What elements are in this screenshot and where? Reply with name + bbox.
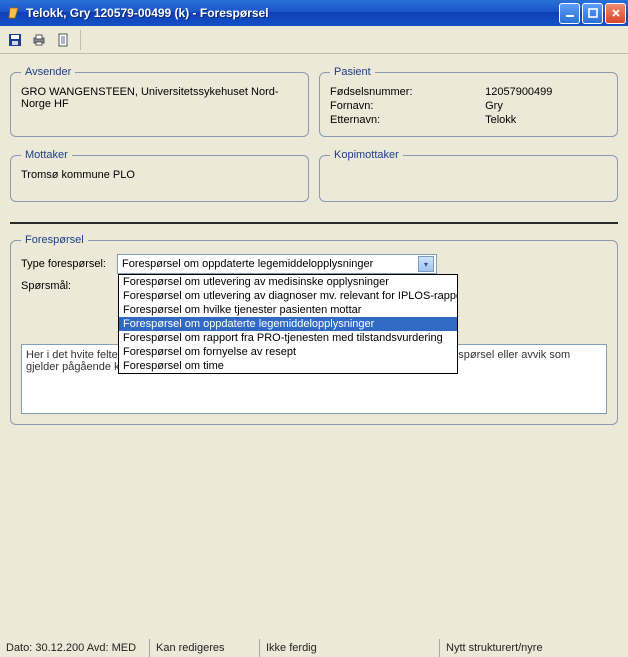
etternavn-value: Telokk — [485, 114, 607, 126]
statusbar: Dato: 30.12.200 Avd: MED Kan redigeres I… — [0, 639, 628, 657]
section-divider — [10, 222, 618, 224]
pasient-group: Pasient Fødselsnummer: 12057900499 Forna… — [319, 66, 618, 137]
foresporsel-legend: Forespørsel — [21, 234, 88, 246]
type-foresporsel-dropdown[interactable]: Forespørsel om utlevering av medisinske … — [118, 274, 458, 374]
dropdown-option[interactable]: Forespørsel om hvilke tjenester pasiente… — [119, 303, 457, 317]
status-extra: Nytt strukturert/nyre — [440, 639, 628, 657]
etternavn-label: Etternavn: — [330, 114, 467, 126]
mottaker-text: Tromsø kommune PLO — [21, 169, 298, 191]
dropdown-option[interactable]: Forespørsel om time — [119, 359, 457, 373]
dropdown-option[interactable]: Forespørsel om utlevering av medisinske … — [119, 275, 457, 289]
dropdown-option[interactable]: Forespørsel om utlevering av diagnoser m… — [119, 289, 457, 303]
document-icon[interactable] — [54, 31, 72, 49]
kopimottaker-text — [330, 169, 607, 191]
dropdown-option[interactable]: Forespørsel om rapport fra PRO-tjenesten… — [119, 331, 457, 345]
avsender-text: GRO WANGENSTEEN, Universitetssykehuset N… — [21, 86, 298, 110]
fodselsnummer-value: 12057900499 — [485, 86, 607, 98]
avsender-group: Avsender GRO WANGENSTEEN, Universitetssy… — [10, 66, 309, 137]
close-button[interactable] — [605, 3, 626, 24]
type-foresporsel-selected: Forespørsel om oppdaterte legemiddeloppl… — [122, 258, 373, 270]
status-date-dept: Dato: 30.12.200 Avd: MED — [0, 639, 150, 657]
fodselsnummer-label: Fødselsnummer: — [330, 86, 467, 98]
print-icon[interactable] — [30, 31, 48, 49]
toolbar-divider — [80, 30, 81, 50]
mottaker-legend: Mottaker — [21, 149, 72, 161]
status-state: Ikke ferdig — [260, 639, 440, 657]
window-title: Telokk, Gry 120579-00499 (k) - Forespørs… — [26, 6, 559, 20]
mottaker-group: Mottaker Tromsø kommune PLO — [10, 149, 309, 202]
toolbar — [0, 26, 628, 54]
save-icon[interactable] — [6, 31, 24, 49]
avsender-legend: Avsender — [21, 66, 75, 78]
dropdown-option[interactable]: Forespørsel om oppdaterte legemiddeloppl… — [119, 317, 457, 331]
type-foresporsel-select[interactable]: Forespørsel om oppdaterte legemiddeloppl… — [117, 254, 437, 274]
window-buttons — [559, 3, 626, 24]
app-icon — [6, 5, 22, 21]
fornavn-value: Gry — [485, 100, 607, 112]
titlebar: Telokk, Gry 120579-00499 (k) - Forespørs… — [0, 0, 628, 26]
kopimottaker-legend: Kopimottaker — [330, 149, 403, 161]
content-area: Avsender GRO WANGENSTEEN, Universitetssy… — [0, 54, 628, 441]
fornavn-label: Fornavn: — [330, 100, 467, 112]
status-editable: Kan redigeres — [150, 639, 260, 657]
minimize-button[interactable] — [559, 3, 580, 24]
type-foresporsel-label: Type forespørsel: — [21, 258, 111, 270]
sporsmal-label: Spørsmål: — [21, 280, 111, 292]
chevron-down-icon[interactable]: ▾ — [418, 256, 434, 272]
maximize-button[interactable] — [582, 3, 603, 24]
pasient-legend: Pasient — [330, 66, 375, 78]
foresporsel-group: Forespørsel Type forespørsel: Forespørse… — [10, 234, 618, 425]
kopimottaker-group: Kopimottaker — [319, 149, 618, 202]
dropdown-option[interactable]: Forespørsel om fornyelse av resept — [119, 345, 457, 359]
